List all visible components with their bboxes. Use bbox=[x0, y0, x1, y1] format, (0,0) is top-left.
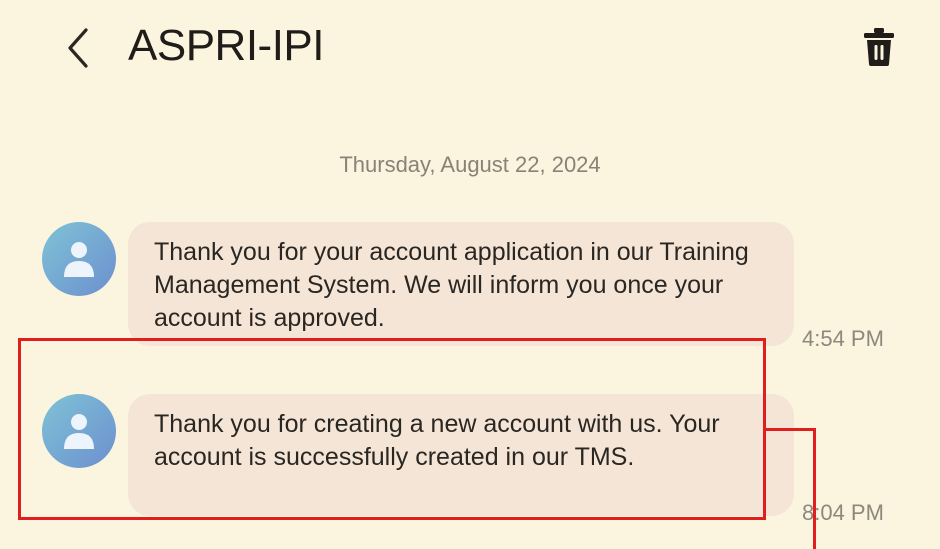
conversation-title: ASPRI-IPI bbox=[128, 21, 325, 70]
annotation-callout-line bbox=[766, 428, 816, 431]
back-button[interactable] bbox=[60, 22, 96, 74]
delete-button[interactable] bbox=[854, 22, 904, 72]
app-header: ASPRI-IPI bbox=[0, 0, 940, 100]
chevron-left-icon bbox=[68, 28, 88, 68]
message-bubble[interactable]: Thank you for your account application i… bbox=[128, 222, 794, 346]
trash-icon bbox=[864, 28, 894, 66]
message-text: Thank you for your account application i… bbox=[154, 238, 749, 332]
date-divider: Thursday, August 22, 2024 bbox=[339, 152, 601, 177]
highlight-annotation-box bbox=[18, 338, 766, 520]
sender-avatar[interactable] bbox=[42, 222, 116, 296]
annotation-callout-line bbox=[813, 428, 816, 549]
person-icon bbox=[64, 242, 94, 277]
message-time: 4:54 PM bbox=[802, 326, 884, 351]
